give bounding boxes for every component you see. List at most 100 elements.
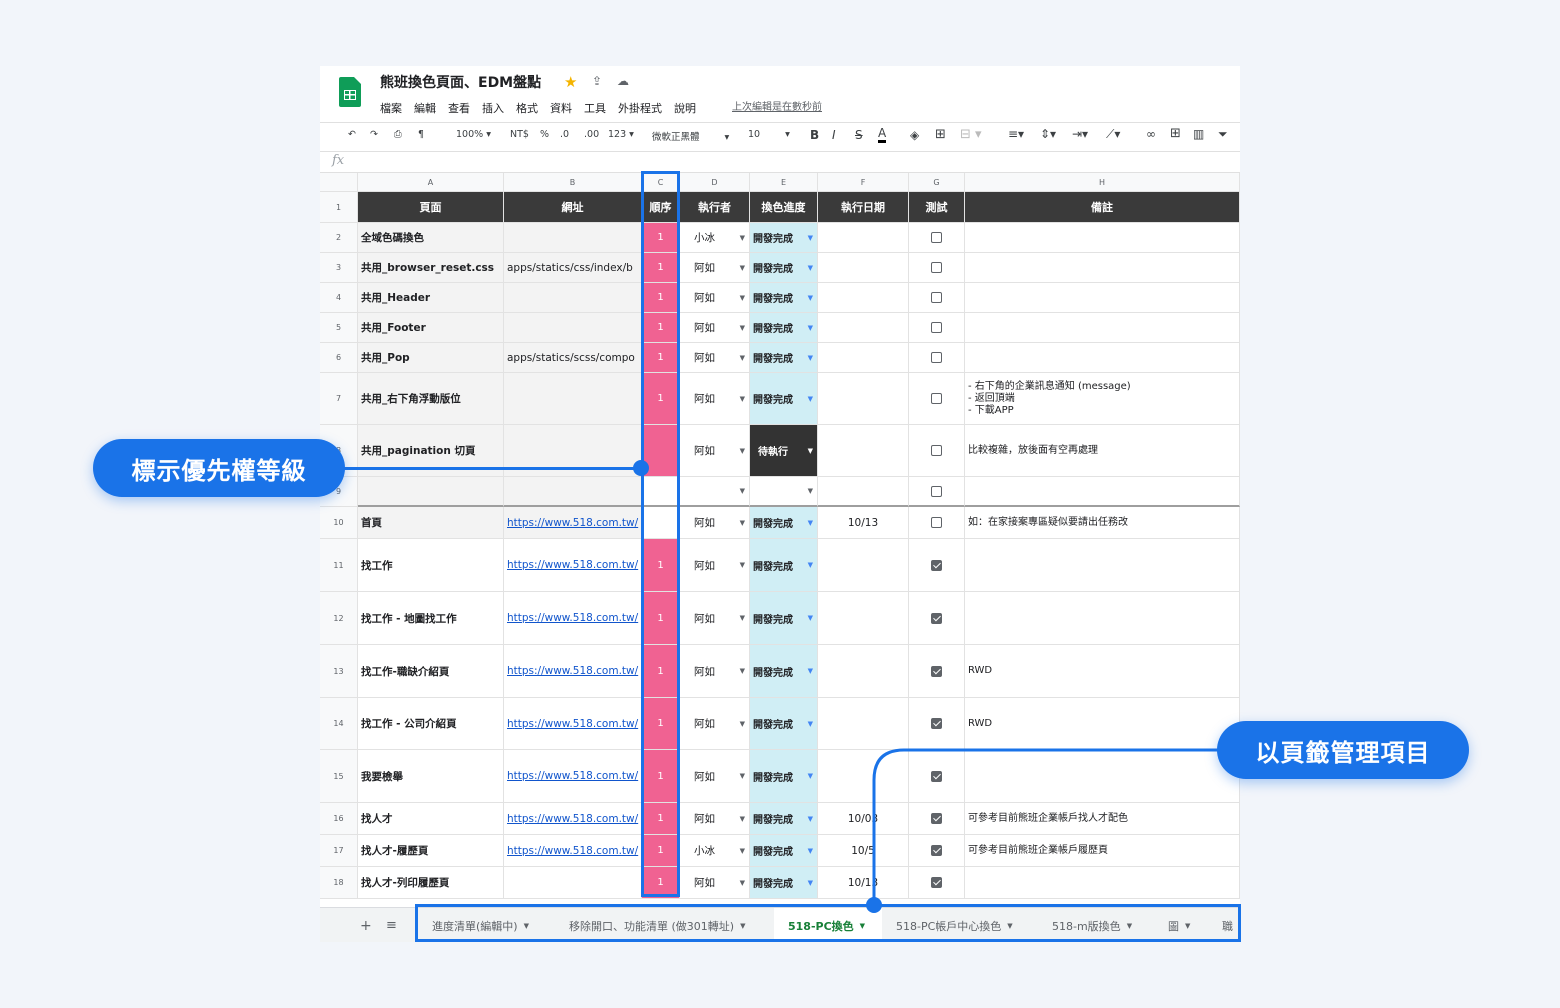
status-dropdown[interactable]: 開發完成 ▼ <box>750 803 818 835</box>
url-cell[interactable]: https://www.518.com.tw/ <box>504 803 642 835</box>
date-cell[interactable] <box>818 343 909 373</box>
status-dropdown[interactable]: 開發完成 ▼ <box>750 223 818 253</box>
move-icon[interactable]: ⇪ <box>592 74 602 88</box>
status-dropdown[interactable]: 開發完成 ▼ <box>750 313 818 343</box>
row-number[interactable]: 5 <box>320 313 358 343</box>
date-cell[interactable] <box>818 283 909 313</box>
page-cell[interactable]: 找工作 - 公司介紹頁 <box>358 698 504 750</box>
url-cell[interactable]: https://www.518.com.tw/ <box>504 539 642 592</box>
page-cell[interactable]: 共用_Footer <box>358 313 504 343</box>
status-dropdown[interactable]: 開發完成 ▼ <box>750 373 818 425</box>
page-cell[interactable]: 全域色碼換色 <box>358 223 504 253</box>
owner-dropdown[interactable]: 阿如 ▼ <box>680 313 750 343</box>
row-number[interactable]: 1 <box>320 192 358 223</box>
dropdown-arrow-icon[interactable]: ▼ <box>740 847 745 855</box>
dropdown-arrow-icon[interactable]: ▼ <box>740 772 745 780</box>
row-number[interactable]: 18 <box>320 867 358 899</box>
page-cell[interactable]: 找工作 <box>358 539 504 592</box>
dropdown-arrow-icon[interactable]: ▼ <box>740 487 745 495</box>
dropdown-arrow-icon[interactable]: ▼ <box>808 667 813 675</box>
undo-icon[interactable]: ↶ <box>348 129 356 140</box>
dropdown-arrow-icon[interactable]: ▼ <box>808 815 813 823</box>
checkbox-icon[interactable] <box>931 322 942 333</box>
note-cell[interactable] <box>965 343 1240 373</box>
owner-dropdown[interactable]: 阿如 ▼ <box>680 373 750 425</box>
page-cell[interactable]: 共用_右下角浮動版位 <box>358 373 504 425</box>
test-checkbox-cell[interactable] <box>909 373 965 425</box>
bold-button[interactable]: B <box>810 128 819 142</box>
cloud-status-icon[interactable]: ☁ <box>617 74 629 88</box>
status-dropdown[interactable]: 開發完成 ▼ <box>750 539 818 592</box>
dropdown-arrow-icon[interactable]: ▼ <box>808 519 813 527</box>
test-checkbox-cell[interactable] <box>909 645 965 698</box>
owner-dropdown[interactable]: 阿如 ▼ <box>680 539 750 592</box>
dropdown-arrow-icon[interactable]: ▼ <box>740 354 745 362</box>
status-dropdown[interactable]: 開發完成 ▼ <box>750 698 818 750</box>
test-checkbox-cell[interactable] <box>909 477 965 507</box>
sheets-logo-icon[interactable] <box>339 77 361 107</box>
dropdown-arrow-icon[interactable]: ▼ <box>740 264 745 272</box>
fill-color-icon[interactable]: ◈ <box>910 128 919 142</box>
date-cell[interactable] <box>818 313 909 343</box>
dropdown-arrow-icon[interactable]: ▼ <box>808 447 813 455</box>
owner-dropdown[interactable]: 阿如 ▼ <box>680 867 750 899</box>
currency-button[interactable]: NT$ <box>510 129 529 140</box>
column-title[interactable]: 頁面 <box>358 192 504 223</box>
redo-icon[interactable]: ↷ <box>370 129 378 140</box>
dropdown-arrow-icon[interactable]: ▼ <box>808 879 813 887</box>
dropdown-arrow-icon[interactable]: ▼ <box>740 815 745 823</box>
dropdown-arrow-icon[interactable]: ▼ <box>740 519 745 527</box>
test-checkbox-cell[interactable] <box>909 313 965 343</box>
status-dropdown[interactable]: 開發完成 ▼ <box>750 645 818 698</box>
horizontal-align-icon[interactable]: ≡▾ <box>1008 127 1024 141</box>
decrease-decimal-button[interactable]: .0 <box>560 129 569 140</box>
test-checkbox-cell[interactable] <box>909 425 965 477</box>
filter-icon[interactable]: ⏷ <box>1218 127 1228 142</box>
column-title[interactable]: 執行日期 <box>818 192 909 223</box>
page-cell[interactable]: 共用_browser_reset.css <box>358 253 504 283</box>
column-header-e[interactable]: E <box>750 173 818 192</box>
dropdown-arrow-icon[interactable]: ▼ <box>808 294 813 302</box>
url-cell[interactable]: apps/statics/scss/compo <box>504 343 642 373</box>
all-sheets-button[interactable]: ≡ <box>386 908 397 942</box>
row-number[interactable]: 10 <box>320 507 358 539</box>
note-cell[interactable]: RWD <box>965 645 1240 698</box>
dropdown-arrow-icon[interactable]: ▼ <box>808 614 813 622</box>
dropdown-arrow-icon[interactable]: ▼ <box>808 395 813 403</box>
document-title[interactable]: 熊班換色頁面、EDM盤點 <box>380 72 541 92</box>
note-cell[interactable] <box>965 592 1240 645</box>
status-dropdown[interactable]: ▼ <box>750 477 818 507</box>
url-cell[interactable]: https://www.518.com.tw/ <box>504 592 642 645</box>
page-cell[interactable]: 找工作 - 地圖找工作 <box>358 592 504 645</box>
date-cell[interactable] <box>818 539 909 592</box>
date-cell[interactable] <box>818 373 909 425</box>
owner-dropdown[interactable]: 阿如 ▼ <box>680 645 750 698</box>
dropdown-arrow-icon[interactable]: ▼ <box>808 264 813 272</box>
merge-cells-icon[interactable]: ⊟ ▾ <box>960 127 982 142</box>
menu-item[interactable]: 外掛程式 <box>618 100 662 116</box>
note-cell[interactable] <box>965 539 1240 592</box>
dropdown-arrow-icon[interactable]: ▼ <box>808 354 813 362</box>
note-cell[interactable] <box>965 253 1240 283</box>
column-title[interactable]: 網址 <box>504 192 642 223</box>
test-checkbox-cell[interactable] <box>909 539 965 592</box>
column-title[interactable]: 備註 <box>965 192 1240 223</box>
checkbox-icon[interactable] <box>931 559 942 571</box>
percent-button[interactable]: % <box>540 129 549 140</box>
menu-item[interactable]: 檔案 <box>380 100 402 116</box>
status-dropdown[interactable]: 開發完成 ▼ <box>750 253 818 283</box>
borders-icon[interactable]: ⊞ <box>935 127 946 142</box>
owner-dropdown[interactable]: 阿如 ▼ <box>680 803 750 835</box>
url-cell[interactable]: https://www.518.com.tw/ <box>504 698 642 750</box>
dropdown-arrow-icon[interactable]: ▼ <box>740 720 745 728</box>
star-icon[interactable]: ★ <box>564 73 577 91</box>
date-cell[interactable] <box>818 223 909 253</box>
page-cell[interactable]: 找人才-列印履歷頁 <box>358 867 504 899</box>
text-wrap-icon[interactable]: ⇥▾ <box>1072 127 1088 141</box>
row-number[interactable]: 11 <box>320 539 358 592</box>
url-cell[interactable] <box>504 477 642 507</box>
row-number[interactable]: 6 <box>320 343 358 373</box>
url-cell[interactable]: https://www.518.com.tw/ <box>504 507 642 539</box>
dropdown-arrow-icon[interactable]: ▼ <box>808 324 813 332</box>
row-number[interactable]: 17 <box>320 835 358 867</box>
